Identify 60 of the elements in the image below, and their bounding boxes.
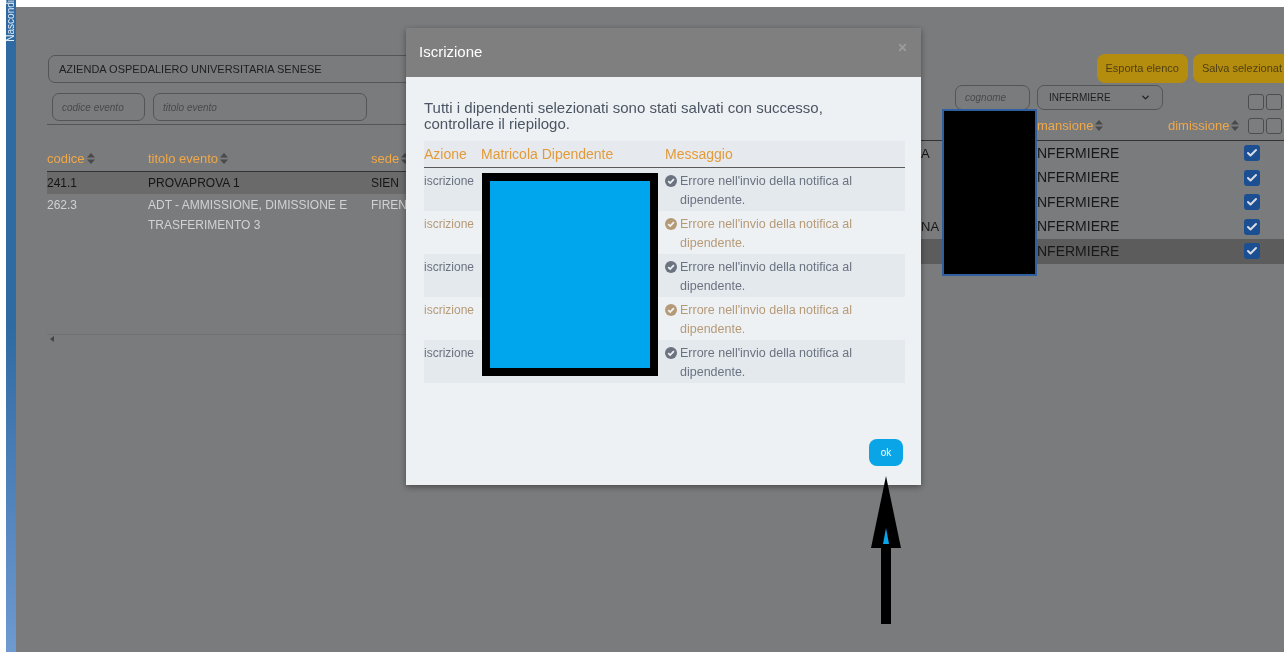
table-cell: NA: [921, 219, 940, 235]
check-icon: [1246, 196, 1258, 209]
checkbox[interactable]: [1266, 94, 1282, 110]
checkbox[interactable]: [1244, 218, 1260, 235]
table-cell-text: 262.3: [47, 197, 79, 214]
check-icon: [1246, 171, 1258, 184]
table-cell: A: [921, 145, 930, 161]
table-cell-text: Errore nell'invio della notifica al dipendente.: [680, 345, 853, 381]
table-cell-text: Errore nell'invio della notifica al dipendente.: [680, 173, 853, 209]
checkbox[interactable]: [1244, 194, 1260, 211]
check-circle-icon: [665, 175, 677, 187]
table-cell-text: Errore nell'invio della notifica al dipendente.: [680, 302, 853, 338]
table-cell-text: NFERMIERE: [1037, 143, 1121, 163]
table-cell-text: Errore nell'invio della notifica al dipendente.: [680, 216, 853, 252]
table-cell-text: NFERMIERE: [1037, 241, 1121, 261]
dialog-title: Iscrizione: [419, 42, 483, 63]
column-header[interactable]: titolo evento: [148, 148, 219, 168]
action-button[interactable]: Esporta elenco: [1096, 54, 1188, 83]
check-circle-icon: [665, 218, 677, 230]
table-cell-text: iscrizione: [424, 345, 475, 362]
check-circle-icon: [665, 347, 677, 359]
table-cell-text: 241.1: [47, 175, 79, 192]
column-header[interactable]: sede: [371, 148, 400, 168]
table-cell-text: PROVAPROVA 1: [148, 175, 241, 192]
table-cell-text: NFERMIERE: [1037, 192, 1121, 212]
table-cell-text: SIEN: [371, 175, 400, 192]
ok-button[interactable]: ok: [869, 439, 903, 466]
sidebar-toggle[interactable]: Nascondi: [6, 0, 16, 652]
dialog-message: Tutti i dipendenti selezionati sono stati salvati con successo, controllare il riepilogo.: [424, 100, 824, 132]
column-header[interactable]: dimissione: [1168, 115, 1230, 136]
checkbox[interactable]: [1248, 117, 1264, 134]
checkbox[interactable]: [1266, 117, 1282, 134]
select-field[interactable]: INFERMIERE: [1037, 85, 1163, 110]
check-icon: [1246, 245, 1258, 258]
column-header[interactable]: mansione: [1037, 115, 1094, 136]
chevron-icon: [1140, 92, 1151, 103]
table-cell-text: iscrizione: [424, 302, 475, 319]
scroll-left-icon[interactable]: [50, 335, 54, 342]
check-icon: [1246, 147, 1258, 160]
table-cell-text: iscrizione: [424, 259, 475, 276]
table-cell-text: iscrizione: [424, 173, 475, 190]
column-header: Azione: [424, 144, 468, 164]
column-header: Messaggio: [665, 144, 733, 164]
checkbox[interactable]: [1244, 145, 1260, 162]
table-cell-text: Errore nell'invio della notifica al dipendente.: [680, 259, 853, 295]
check-circle-icon: [665, 304, 677, 316]
action-button[interactable]: Salva selezionat: [1192, 54, 1284, 83]
check-circle-icon: [665, 261, 677, 273]
checkbox[interactable]: [1248, 94, 1264, 110]
table-cell-text: ADT - AMMISSIONE, DIMISSIONE E TRASFERIMENTO 3: [148, 197, 349, 234]
table-cell-text: FIREN: [371, 197, 408, 214]
table-cell-text: NFERMIERE: [1037, 168, 1121, 188]
check-icon: [1246, 220, 1258, 233]
close-icon[interactable]: [897, 42, 908, 53]
checkbox[interactable]: [1244, 169, 1260, 186]
checkbox[interactable]: [1244, 243, 1260, 260]
column-header: Matricola Dipendente: [481, 144, 615, 164]
table-cell-text: NFERMIERE: [1037, 217, 1121, 237]
column-header[interactable]: codice: [47, 148, 85, 168]
table-cell-text: iscrizione: [424, 216, 475, 233]
